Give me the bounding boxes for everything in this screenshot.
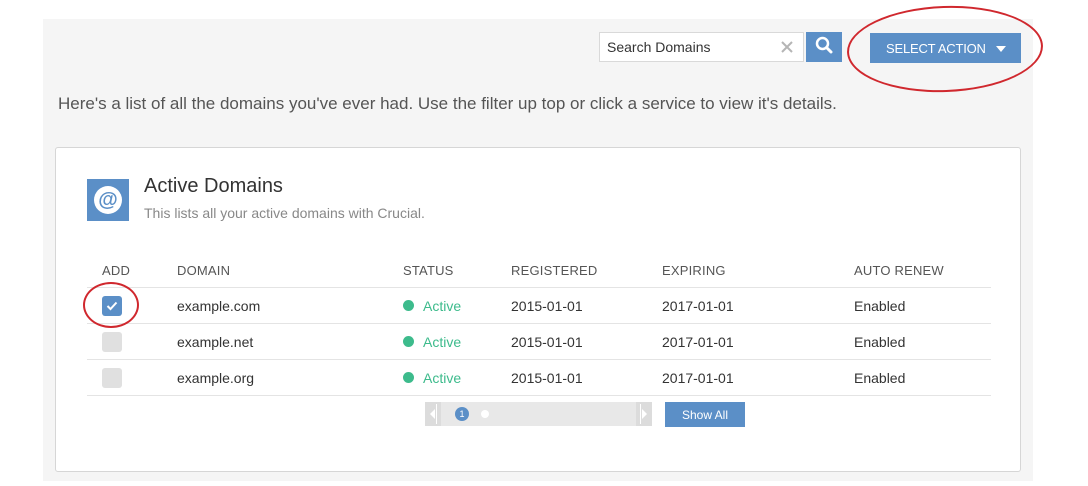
expiring-date: 2017-01-01	[662, 297, 734, 314]
domain-name[interactable]: example.com	[177, 288, 260, 323]
status-cell: Active	[403, 288, 461, 323]
registered-date: 2015-01-01	[511, 333, 583, 350]
registered-date: 2015-01-01	[511, 369, 583, 386]
status-dot-icon	[403, 372, 414, 383]
status-cell: Active	[403, 324, 461, 359]
annotation-circle	[83, 282, 139, 328]
add-cell	[101, 324, 122, 359]
status-dot-icon	[403, 300, 414, 311]
status-text: Active	[423, 369, 462, 386]
page-indicator-current[interactable]: 1	[455, 407, 469, 421]
header-status: STATUS	[403, 263, 454, 278]
status-cell: Active	[403, 360, 461, 395]
clear-search-icon[interactable]	[779, 38, 795, 56]
status-text: Active	[423, 333, 462, 350]
card-subtitle: This lists all your active domains with …	[144, 205, 425, 221]
show-all-button[interactable]: Show All	[665, 402, 745, 427]
domain-name[interactable]: example.org	[177, 360, 254, 395]
next-page-button[interactable]	[636, 402, 652, 426]
table-row[interactable]: example.net Active 2015-01-01 2017-01-01…	[87, 324, 991, 360]
header-auto-renew: AUTO RENEW	[854, 263, 944, 278]
header-domain: DOMAIN	[177, 263, 231, 278]
search-button[interactable]	[806, 32, 842, 62]
at-sign-icon: @	[87, 179, 129, 221]
intro-text: Here's a list of all the domains you've …	[58, 94, 837, 113]
add-cell	[101, 360, 122, 395]
pagination-bar[interactable]: 1	[425, 402, 652, 426]
add-checkbox[interactable]	[102, 367, 122, 388]
prev-page-button[interactable]	[425, 402, 441, 426]
card-title: Active Domains	[144, 175, 283, 197]
status-dot-icon	[403, 336, 414, 347]
auto-renew-value: Enabled	[854, 333, 906, 350]
search-box	[599, 32, 804, 62]
auto-renew-value: Enabled	[854, 297, 906, 314]
domains-table: ADD DOMAIN STATUS REGISTERED EXPIRING AU…	[87, 254, 991, 396]
domain-name[interactable]: example.net	[177, 324, 253, 359]
add-checkbox[interactable]	[102, 331, 122, 352]
page-indicator-dot[interactable]	[481, 410, 489, 418]
registered-date: 2015-01-01	[511, 297, 583, 314]
status-text: Active	[423, 297, 462, 314]
chevron-right-icon	[642, 409, 647, 419]
header-registered: REGISTERED	[511, 263, 598, 278]
table-row[interactable]: example.com Active 2015-01-01 2017-01-01…	[87, 288, 991, 324]
header-expiring: EXPIRING	[662, 263, 726, 278]
table-header: ADD DOMAIN STATUS REGISTERED EXPIRING AU…	[87, 254, 991, 288]
expiring-date: 2017-01-01	[662, 369, 734, 386]
active-domains-card: @ Active Domains This lists all your act…	[55, 147, 1021, 472]
expiring-date: 2017-01-01	[662, 333, 734, 350]
search-icon	[815, 36, 833, 59]
table-row[interactable]: example.org Active 2015-01-01 2017-01-01…	[87, 360, 991, 396]
auto-renew-value: Enabled	[854, 369, 906, 386]
search-input[interactable]	[600, 33, 770, 61]
